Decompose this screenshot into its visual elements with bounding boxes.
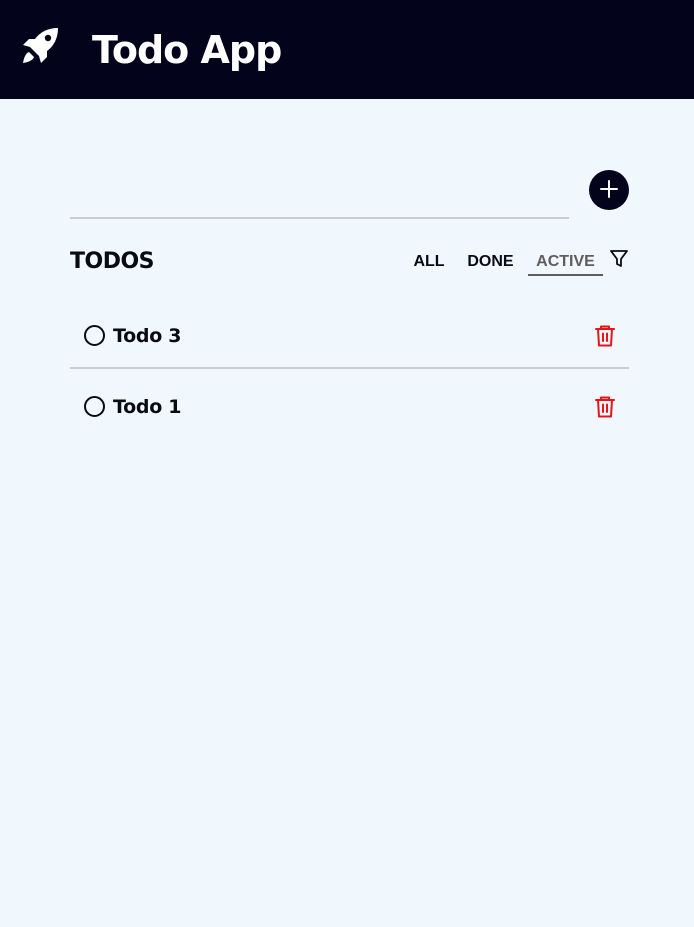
- todo-text: Todo 1: [113, 396, 182, 418]
- rocket-icon: [20, 26, 60, 66]
- plus-icon: [599, 179, 619, 202]
- new-todo-input[interactable]: [70, 176, 569, 219]
- funnel-icon[interactable]: [609, 249, 629, 269]
- todo-checkbox[interactable]: [84, 325, 105, 346]
- app-title: Todo App: [92, 28, 282, 72]
- trash-icon[interactable]: [594, 395, 616, 419]
- todo-item: Todo 3: [70, 305, 629, 369]
- todos-heading: TODOS: [70, 249, 155, 274]
- trash-icon[interactable]: [594, 324, 616, 348]
- filter-tab-all[interactable]: ALL: [410, 250, 448, 276]
- todo-item: Todo 1: [70, 376, 629, 440]
- add-todo-button[interactable]: [589, 170, 629, 210]
- filter-tab-done[interactable]: DONE: [463, 250, 518, 276]
- todo-text: Todo 3: [113, 325, 182, 347]
- app-header: Todo App: [0, 0, 694, 99]
- todo-checkbox[interactable]: [84, 396, 105, 417]
- filter-tab-active[interactable]: ACTIVE: [528, 250, 603, 276]
